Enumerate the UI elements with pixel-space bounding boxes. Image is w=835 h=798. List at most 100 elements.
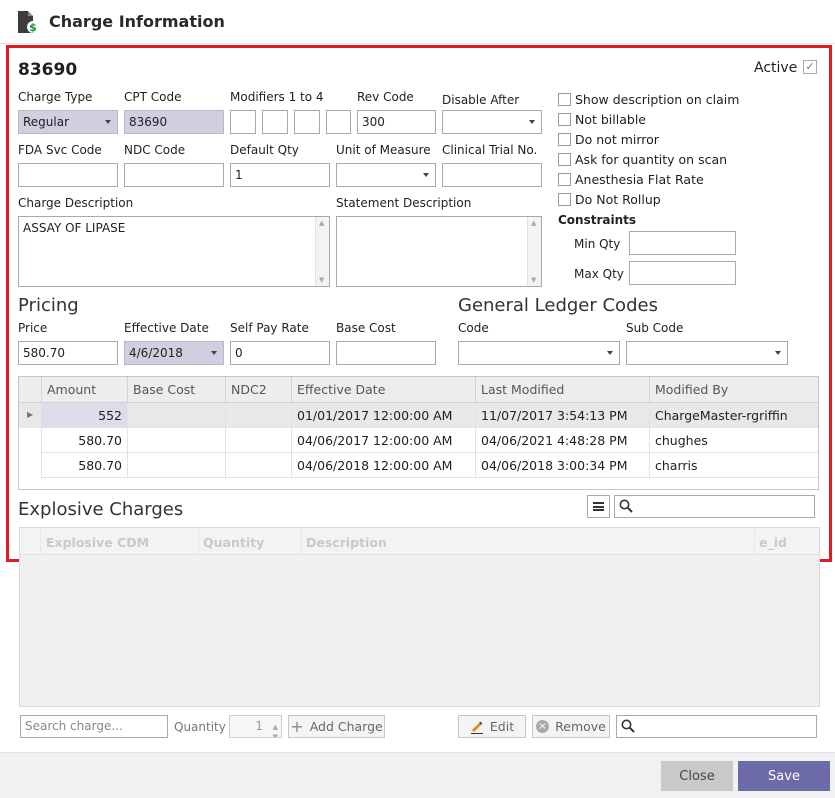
checkbox[interactable]	[558, 152, 571, 166]
cpt-code-label: CPT Code	[124, 90, 182, 104]
checkbox[interactable]	[558, 172, 571, 186]
search-charge-input[interactable]: Search charge...	[20, 715, 168, 738]
checkbox[interactable]	[558, 192, 571, 206]
min-qty-input[interactable]	[629, 231, 736, 255]
checkbox[interactable]	[558, 132, 571, 146]
menu-icon	[593, 502, 604, 511]
scrollbar[interactable]: ▲ ▼	[315, 217, 329, 286]
save-label: Save	[768, 768, 800, 784]
charge-description-text: ASSAY OF LIPASE	[23, 221, 126, 235]
column-chooser-button[interactable]	[587, 495, 610, 518]
column-header-last-modified[interactable]: Last Modified	[475, 377, 649, 403]
cpt-code-input[interactable]: 83690	[124, 110, 224, 134]
search-icon	[621, 719, 635, 733]
quantity-stepper[interactable]: 1 ▲ ▼	[229, 715, 282, 738]
cell-ndc2	[225, 403, 291, 428]
base-cost-input[interactable]	[336, 341, 436, 365]
self-pay-rate-input[interactable]: 0	[230, 341, 330, 365]
max-qty-input[interactable]	[629, 261, 736, 285]
cell-base-cost	[127, 453, 225, 478]
window-title: Charge Information	[49, 12, 225, 31]
stepper-down-icon[interactable]: ▼	[273, 727, 278, 737]
edit-button[interactable]: Edit	[458, 715, 526, 738]
modifier-3-input[interactable]	[294, 110, 320, 134]
checkbox-not-billable[interactable]: Not billable	[558, 110, 646, 128]
modifier-1-input[interactable]	[230, 110, 256, 134]
fda-svc-code-input[interactable]	[18, 163, 118, 187]
effective-date-label: Effective Date	[124, 321, 209, 335]
column-header-description[interactable]: Description	[306, 535, 387, 550]
ndc-code-label: NDC Code	[124, 143, 186, 157]
modifiers-label: Modifiers 1 to 4	[230, 90, 324, 104]
charge-description-textarea[interactable]: ASSAY OF LIPASE ▲ ▼	[18, 216, 330, 287]
modifier-2-input[interactable]	[262, 110, 288, 134]
cell-amount: 580.70	[41, 453, 127, 478]
checkbox-label: Anesthesia Flat Rate	[575, 171, 704, 187]
chevron-down-icon	[529, 120, 535, 124]
scroll-down-icon[interactable]: ▼	[319, 276, 324, 284]
close-button[interactable]: Close	[661, 761, 733, 791]
add-charge-button[interactable]: + Add Charge	[288, 715, 385, 738]
charge-type-value: Regular	[23, 115, 70, 129]
disable-after-select[interactable]	[442, 110, 542, 134]
column-divider	[40, 528, 41, 555]
column-header-explosive-cdm[interactable]: Explosive CDM	[46, 535, 149, 550]
cell-last-modified: 04/06/2018 3:00:34 PM	[475, 453, 649, 478]
checkbox-do-not-mirror[interactable]: Do not mirror	[558, 130, 659, 148]
cell-modified-by: ChargeMaster-rgriffin	[649, 403, 818, 428]
column-header-base-cost[interactable]: Base Cost	[127, 377, 225, 403]
cell-base-cost	[127, 403, 225, 428]
gl-sub-code-select[interactable]	[626, 341, 788, 365]
checkbox[interactable]	[558, 92, 571, 106]
charge-filter-search-input[interactable]	[616, 715, 817, 738]
cell-effective-date: 04/06/2018 12:00:00 AM	[291, 453, 475, 478]
chevron-down-icon	[105, 120, 111, 124]
remove-button[interactable]: × Remove	[532, 715, 610, 738]
scroll-up-icon[interactable]: ▲	[531, 219, 536, 227]
statement-description-textarea[interactable]: ▲ ▼	[336, 216, 542, 287]
gl-code-label: Code	[458, 321, 489, 335]
disable-after-label: Disable After	[442, 93, 520, 107]
cell-amount: 552	[41, 403, 127, 428]
checkbox[interactable]	[558, 112, 571, 126]
column-header-e-id[interactable]: e_id	[759, 535, 787, 550]
column-header-amount[interactable]: Amount	[41, 377, 127, 403]
scroll-down-icon[interactable]: ▼	[531, 276, 536, 284]
charge-code-heading: 83690	[18, 60, 78, 80]
save-button[interactable]: Save	[738, 761, 830, 791]
explosive-search-input[interactable]	[614, 495, 815, 518]
charge-type-select[interactable]: Regular	[18, 110, 118, 134]
cell-base-cost	[127, 428, 225, 453]
scroll-up-icon[interactable]: ▲	[319, 219, 324, 227]
column-header-quantity[interactable]: Quantity	[203, 535, 264, 550]
checkbox-do-not-rollup[interactable]: Do Not Rollup	[558, 190, 661, 208]
unit-of-measure-select[interactable]	[336, 163, 436, 187]
column-header-modified-by[interactable]: Modified By	[649, 377, 818, 403]
checkbox-anesthesia-flat-rate[interactable]: Anesthesia Flat Rate	[558, 170, 704, 188]
cell-ndc2	[225, 428, 291, 453]
default-qty-input[interactable]: 1	[230, 163, 330, 187]
scrollbar[interactable]: ▲ ▼	[527, 217, 541, 286]
cell-modified-by: charris	[649, 453, 818, 478]
clinical-trial-no-input[interactable]	[442, 163, 542, 187]
effective-date-picker[interactable]: 4/6/2018	[124, 341, 224, 365]
checkbox-label: Do Not Rollup	[575, 191, 661, 207]
cell-ndc2	[225, 453, 291, 478]
statement-description-label: Statement Description	[336, 196, 472, 210]
rev-code-input[interactable]: 300	[357, 110, 436, 134]
cell-modified-by: chughes	[649, 428, 818, 453]
active-checkbox[interactable]: ✓	[803, 60, 817, 74]
modifier-4-input[interactable]	[326, 110, 351, 134]
price-history-grid: Amount Base Cost NDC2 Effective Date Las…	[18, 376, 819, 490]
chevron-down-icon	[775, 351, 781, 355]
checkbox-show-description[interactable]: Show description on claim	[558, 90, 739, 108]
ndc-code-input[interactable]	[124, 163, 224, 187]
title-bar: $ Charge Information	[0, 0, 835, 44]
column-header-ndc2[interactable]: NDC2	[225, 377, 291, 403]
checkbox-label: Show description on claim	[575, 91, 740, 107]
gl-code-select[interactable]	[458, 341, 620, 365]
price-input[interactable]: 580.70	[18, 341, 118, 365]
checkbox-ask-quantity[interactable]: Ask for quantity on scan	[558, 150, 727, 168]
default-qty-label: Default Qty	[230, 143, 299, 157]
column-header-effective-date[interactable]: Effective Date	[291, 377, 475, 403]
